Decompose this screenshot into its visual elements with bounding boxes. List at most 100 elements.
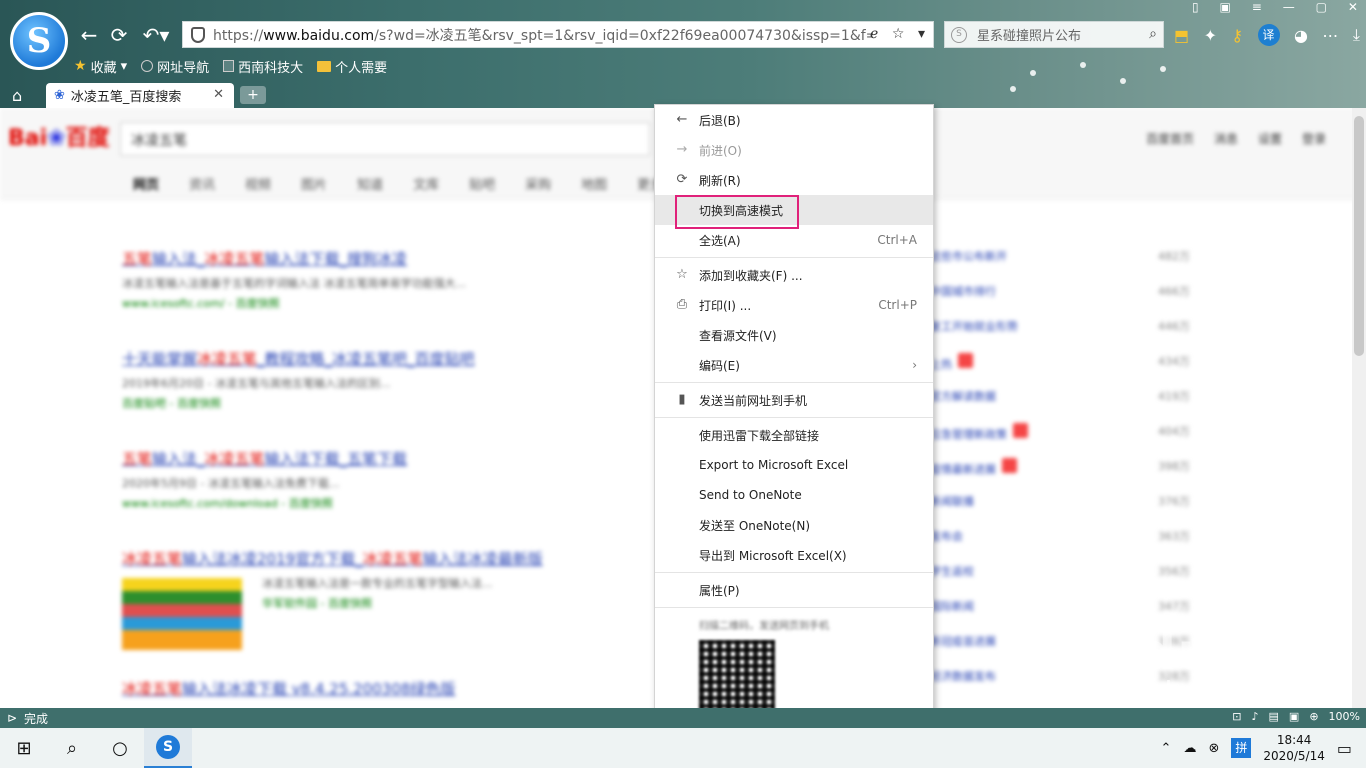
hot-list-item[interactable]: 官方解读数据 419万 (930, 388, 1190, 423)
notification-icon[interactable]: ▭ (1337, 739, 1352, 758)
sidebar-toggle-icon[interactable]: ⊳ (0, 711, 24, 725)
result-thumbnail[interactable] (122, 578, 242, 650)
search-tab[interactable]: 视频 (245, 174, 271, 193)
clock[interactable]: 18:44 2020/5/14 (1263, 732, 1325, 764)
chevron-down-icon[interactable]: ▾ (918, 26, 925, 42)
clipboard-icon[interactable]: ▤ (1269, 710, 1279, 723)
result-title[interactable]: 冰凌五笔输入法冰凌2019官方下载_冰凌五笔输入法冰凌最新版 (122, 548, 642, 569)
scroll-thumb[interactable] (1354, 116, 1364, 356)
cloud-icon[interactable]: ☁ (1183, 741, 1196, 756)
back-button[interactable]: ← (76, 22, 102, 48)
hot-list-item[interactable]: 中国城市排行 466万 (930, 283, 1190, 318)
chevron-up-icon[interactable]: ⌃ (1161, 741, 1172, 756)
browser-logo[interactable]: S (10, 12, 68, 70)
refresh-button[interactable]: ⟳ (106, 22, 132, 48)
undo-button[interactable]: ↶▾ (138, 22, 174, 48)
url-text[interactable]: https://www.baidu.com/s?wd=冰凌五笔&rsv_spt=… (213, 25, 873, 45)
baidu-search-input[interactable]: 冰凌五笔 (120, 122, 650, 156)
result-link[interactable]: 华军软件园 - 百度快照 (262, 595, 642, 611)
scrollbar[interactable] (1352, 108, 1366, 708)
result-title[interactable]: 十天能掌握冰凌五笔_教程攻略_冰凌五笔吧_百度贴吧 (122, 348, 642, 369)
context-menu-item[interactable]: 查看源文件(V) (655, 320, 933, 350)
maximize-icon[interactable]: ▢ (1316, 0, 1327, 16)
key-icon[interactable]: ⚷ (1231, 26, 1243, 45)
context-menu-item[interactable]: ⟳ 刷新(R) (655, 165, 933, 195)
minimize-icon[interactable]: — (1283, 0, 1295, 16)
start-button[interactable]: ⊞ (0, 728, 48, 768)
hot-list-item[interactable]: 发布会 363万 (930, 528, 1190, 563)
context-menu-item[interactable]: 编码(E) › (655, 350, 933, 380)
network-icon[interactable]: ⊗ (1208, 741, 1219, 756)
context-menu-item[interactable]: Send to OneNote (655, 480, 933, 510)
menu-icon[interactable]: ▯ (1192, 0, 1199, 16)
search-box[interactable]: S 星系碰撞照片公布 ⌕ (944, 21, 1164, 48)
header-link[interactable]: 登录 (1302, 130, 1326, 147)
baidu-logo[interactable]: Bai❀百度 (8, 120, 110, 152)
context-menu-item[interactable]: ☆ 添加到收藏夹(F) ... (655, 260, 933, 290)
zoom-icon[interactable]: ⊕ (1309, 710, 1318, 723)
hot-list-item[interactable]: 新闻联播 376万 (930, 493, 1190, 528)
header-link[interactable]: 设置 (1258, 130, 1282, 147)
result-title[interactable]: 冰凌五笔输入法冰凌下载 v8.4.25.200308绿色版 (122, 678, 642, 699)
context-menu-item[interactable]: 使用迅雷下载全部链接 (655, 420, 933, 450)
result-link[interactable]: 百度贴吧 - 百度快照 (122, 395, 642, 411)
context-menu-item[interactable]: → 前进(O) (655, 135, 933, 165)
close-window-icon[interactable]: ✕ (1348, 0, 1358, 16)
translate-icon[interactable]: 译 (1257, 24, 1280, 46)
result-link[interactable]: www.icesoftc.com/ - 百度快照 (122, 295, 642, 311)
search-tab[interactable]: 地图 (581, 174, 607, 193)
speaker-icon[interactable]: ♪ (1251, 710, 1258, 723)
favorite-link-school[interactable]: 西南科技大 (223, 57, 303, 76)
download-status-icon[interactable]: ⊡ (1232, 710, 1241, 723)
new-tab-button[interactable]: + (240, 86, 266, 104)
puzzle-icon[interactable]: ✦ (1204, 26, 1217, 45)
favorites-menu[interactable]: ★ 收藏 ▾ (74, 57, 127, 76)
context-menu-item[interactable]: 属性(P) (655, 575, 933, 605)
context-menu-item[interactable]: 全选(A) Ctrl+A (655, 225, 933, 255)
menu-lines-icon[interactable]: ≡ (1252, 0, 1262, 16)
screenshot-icon[interactable]: ▣ (1289, 710, 1299, 723)
zoom-level[interactable]: 100% (1329, 710, 1360, 723)
favorite-link-nav[interactable]: 网址导航 (141, 57, 209, 76)
close-icon[interactable]: ✕ (213, 87, 224, 102)
result-title[interactable]: 五笔输入法_冰凌五笔输入法下载_五笔下载 (122, 448, 642, 469)
hot-list-item[interactable]: 复工开始就业形势 446万 (930, 318, 1190, 353)
tab-active[interactable]: ❀ 冰凌五笔_百度搜索 ✕ (46, 83, 234, 108)
search-tab[interactable]: 文库 (413, 174, 439, 193)
search-tab[interactable]: 采购 (525, 174, 551, 193)
context-menu-item[interactable]: 发送至 OneNote(N) (655, 510, 933, 540)
hot-list-item[interactable]: 疫情最新进展 398万 (930, 458, 1190, 493)
hot-list-item[interactable]: 学生返校 356万 (930, 563, 1190, 598)
search-tab[interactable]: 网页 (133, 174, 159, 193)
result-title[interactable]: 五笔输入法_冰凌五笔输入法下载_搜狗冰凌 (122, 248, 642, 269)
search-tab[interactable]: 知道 (357, 174, 383, 193)
header-link[interactable]: 消息 (1214, 130, 1238, 147)
ie-icon[interactable]: ℯ (870, 26, 878, 42)
more-icon[interactable]: ⋯ (1322, 26, 1338, 45)
download-icon[interactable]: ⤓ (1353, 25, 1360, 45)
ime-indicator[interactable]: 拼 (1231, 738, 1252, 758)
context-menu-item[interactable]: 导出到 Microsoft Excel(X) (655, 540, 933, 570)
search-button[interactable]: ⌕ (48, 728, 96, 768)
header-link[interactable]: 百度首页 (1146, 130, 1194, 147)
hot-list-item[interactable]: 应急管理新政策 404万 (930, 423, 1190, 458)
skin-icon[interactable]: ▣ (1220, 0, 1231, 16)
hot-list-item[interactable]: 这些市公布新开 482万 (930, 248, 1190, 283)
search-icon[interactable]: ⌕ (1149, 26, 1157, 42)
star-icon[interactable]: ☆ (892, 26, 905, 42)
task-view-button[interactable]: ○ (96, 728, 144, 768)
extension-icon[interactable]: ⬒ (1174, 26, 1189, 45)
result-link[interactable]: www.icesoftc.com/download - 百度快照 (122, 495, 642, 511)
search-tab[interactable]: 资讯 (189, 174, 215, 193)
taskbar-browser-app[interactable]: S (144, 728, 192, 768)
context-menu-item[interactable]: Export to Microsoft Excel (655, 450, 933, 480)
hot-list-item[interactable]: 上热 434万 (930, 353, 1190, 388)
address-bar[interactable]: https://www.baidu.com/s?wd=冰凌五笔&rsv_spt=… (182, 21, 934, 48)
chat-icon[interactable]: ◕ (1294, 26, 1308, 45)
search-tab[interactable]: 图片 (301, 174, 327, 193)
home-icon[interactable]: ⌂ (12, 86, 22, 105)
context-menu-item[interactable]: ⎙ 打印(I) ... Ctrl+P (655, 290, 933, 320)
context-menu-item[interactable]: ▮ 发送当前网址到手机 (655, 385, 933, 415)
favorite-folder[interactable]: 个人需要 (317, 57, 387, 76)
context-menu-item[interactable]: ← 后退(B) (655, 105, 933, 135)
